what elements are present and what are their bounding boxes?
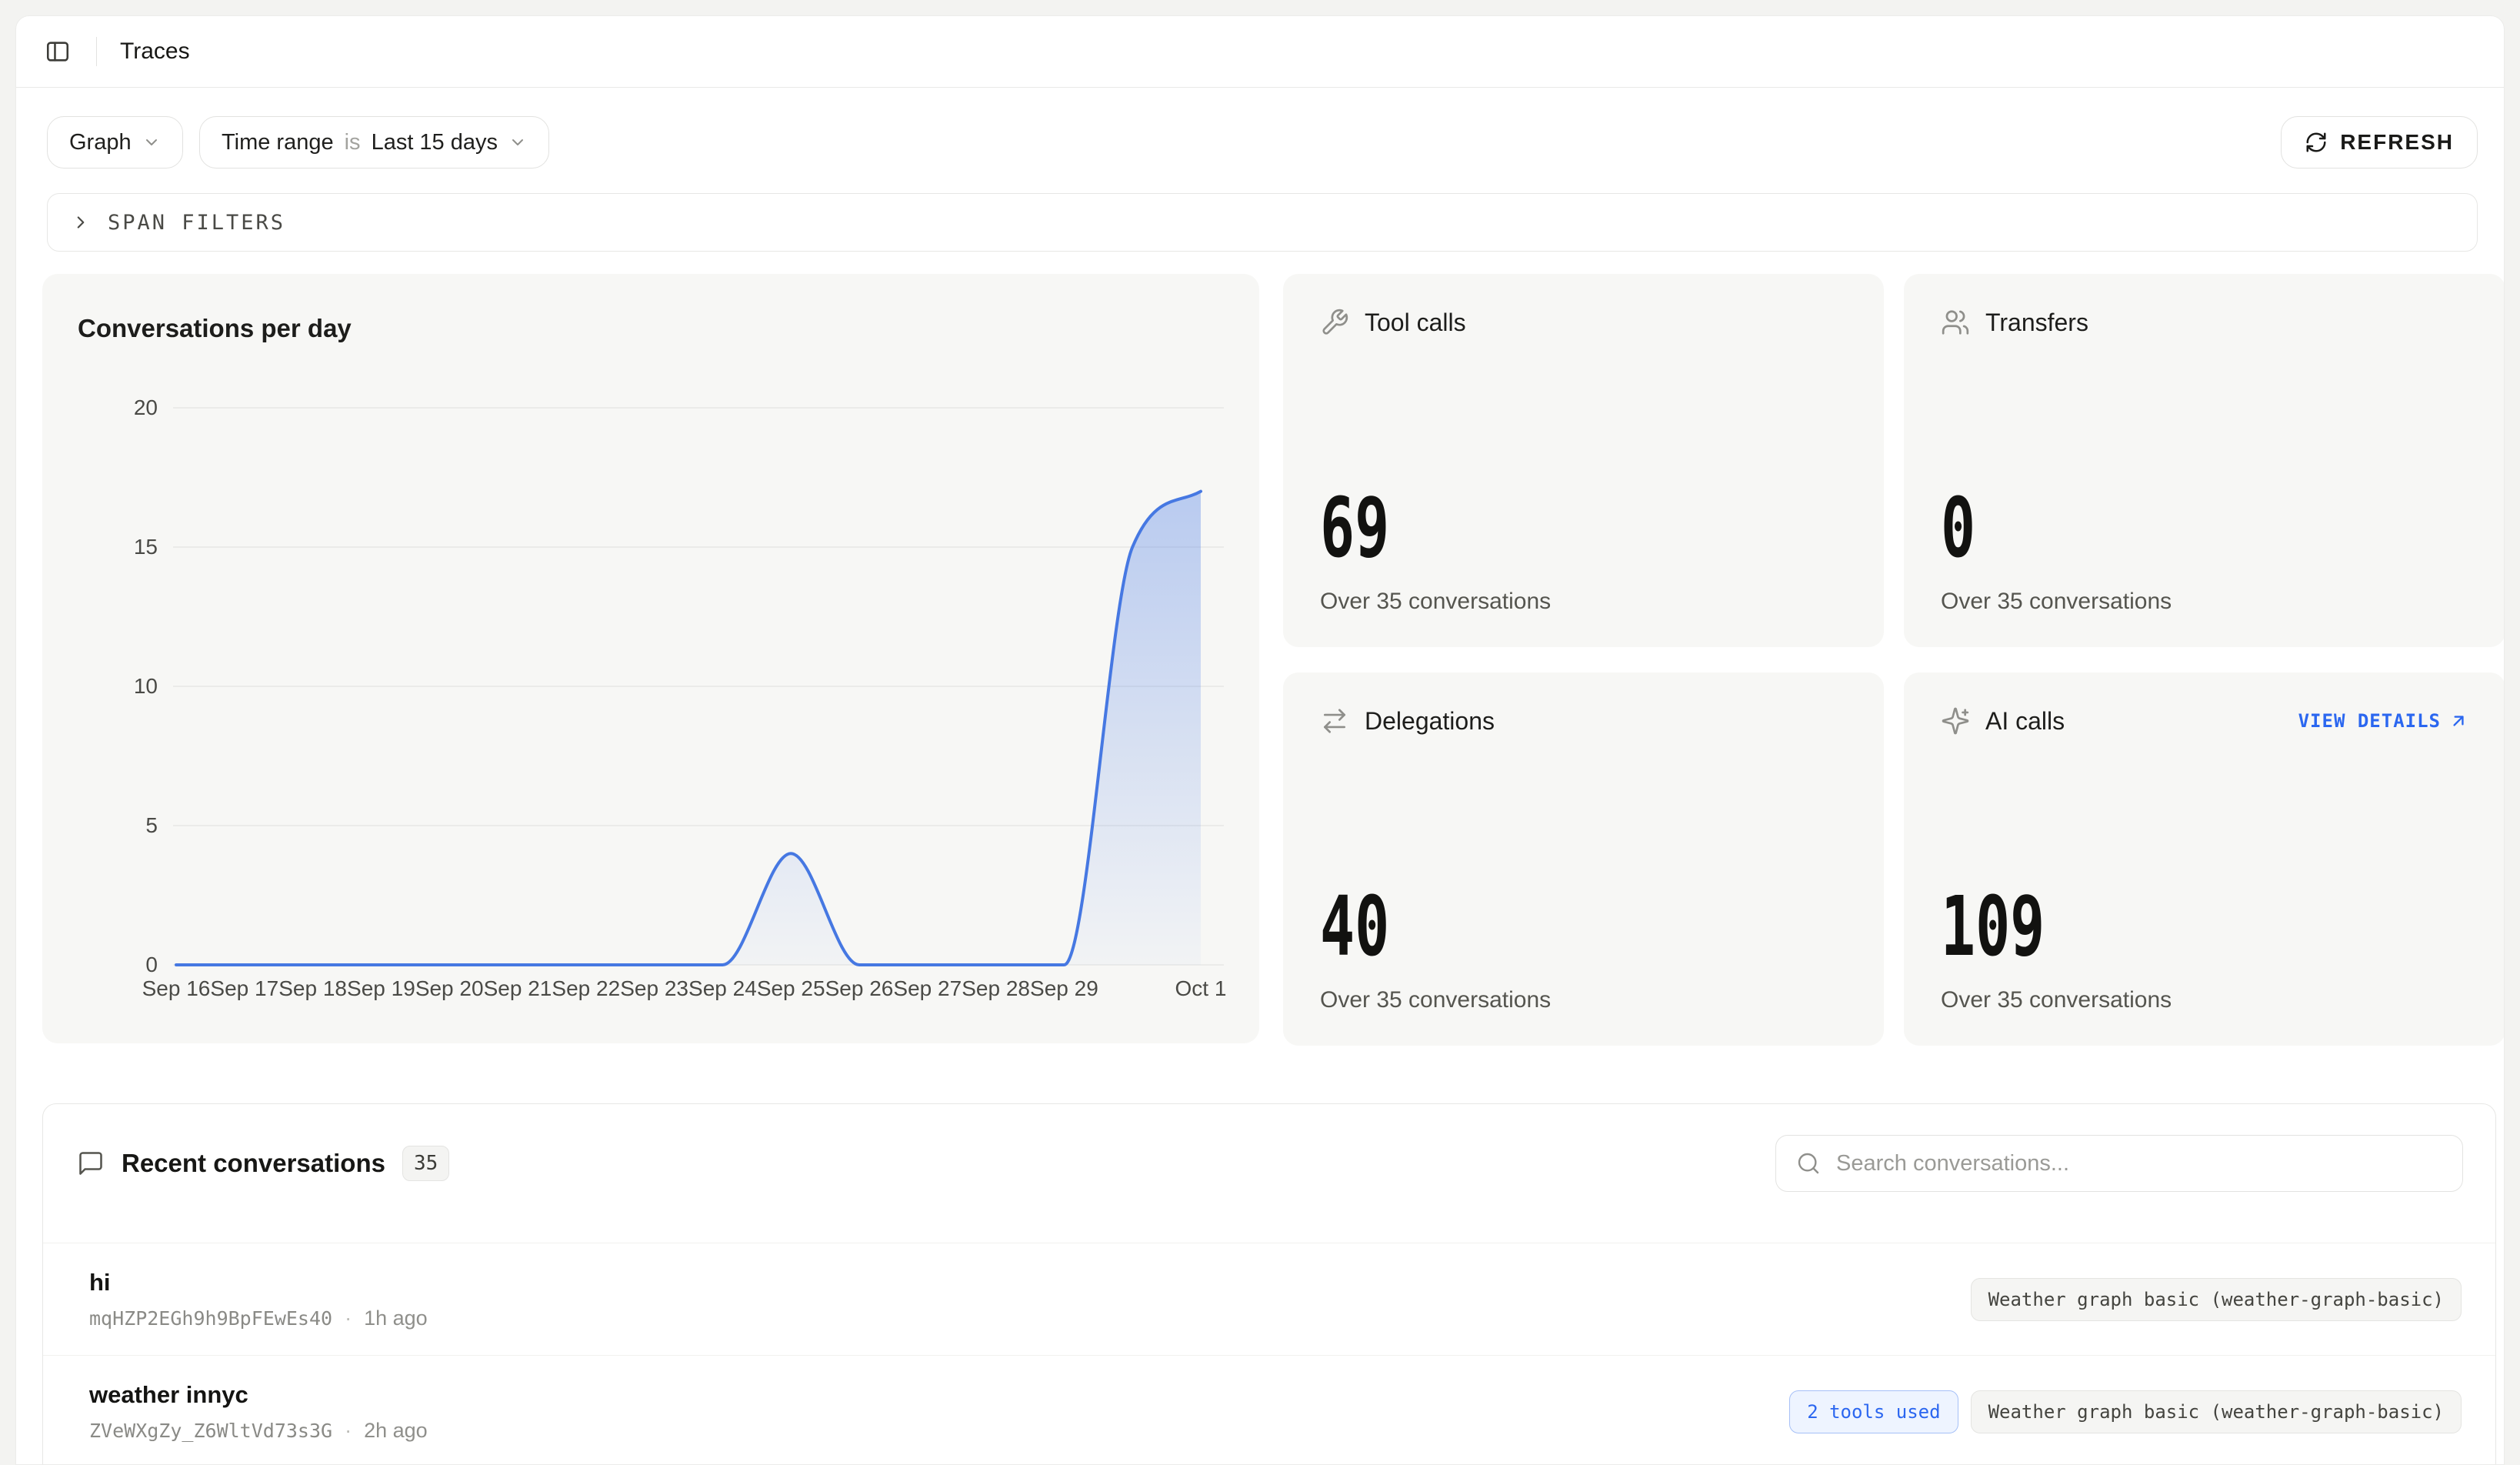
refresh-label: REFRESH [2340, 130, 2454, 155]
time-range-filter-dropdown[interactable]: Time range is Last 15 days [199, 116, 549, 169]
conversation-time: 2h ago [364, 1419, 428, 1443]
chat-bubble-icon [77, 1150, 105, 1177]
stat-card-title: AI calls [1985, 707, 2065, 736]
stat-card-subtitle: Over 35 conversations [1320, 987, 1847, 1013]
agent-tag: Weather graph basic (weather-graph-basic… [1971, 1278, 2462, 1321]
stat-card-value: 109 [1941, 886, 2310, 969]
conversation-count-badge: 35 [402, 1146, 449, 1181]
stat-card-tool-calls: Tool calls 69 Over 35 conversations [1283, 274, 1884, 647]
swap-arrows-icon [1320, 706, 1349, 736]
recent-conversations-card: Recent conversations 35 hi mqHZP2EGh9h9B… [42, 1103, 2496, 1465]
main-content-card: Traces Graph Time range is Last 15 days … [15, 15, 2505, 1465]
stat-card-transfers: Transfers 0 Over 35 conversations [1904, 274, 2505, 647]
stat-card-ai-calls: AI calls VIEW DETAILS 109 Over 35 conver… [1904, 672, 2505, 1046]
view-details-link[interactable]: VIEW DETAILS [2298, 710, 2468, 732]
sparkles-icon [1941, 706, 1970, 736]
arrow-up-right-icon [2448, 711, 2468, 731]
conversation-list: hi mqHZP2EGh9h9BpFEwEs40 · 1h ago Weathe… [43, 1243, 2495, 1465]
stat-card-subtitle: Over 35 conversations [1320, 589, 1847, 615]
conversation-time: 1h ago [364, 1306, 428, 1330]
stat-card-title: Delegations [1365, 707, 1495, 736]
time-range-value: Last 15 days [372, 130, 498, 155]
recent-conversations-title: Recent conversations [122, 1149, 385, 1178]
stat-card-subtitle: Over 35 conversations [1941, 589, 2468, 615]
stat-card-value: 40 [1320, 886, 1689, 969]
topbar-divider [96, 37, 97, 66]
view-details-label: VIEW DETAILS [2298, 710, 2441, 732]
panel-left-icon [45, 38, 71, 65]
meta-separator: · [345, 1419, 352, 1443]
series-line [176, 492, 1201, 965]
conversations-per-day-chart: 05101520Sep 16Sep 17Sep 18Sep 19Sep 20Se… [42, 274, 1259, 1043]
span-filters-label: SPAN FILTERS [108, 211, 285, 235]
stat-card-title: Transfers [1985, 309, 2088, 337]
chevron-down-icon [508, 133, 527, 152]
chevron-down-icon [142, 133, 161, 152]
meta-separator: · [345, 1306, 352, 1330]
view-selector-dropdown[interactable]: Graph [47, 116, 183, 169]
chevron-right-icon [71, 212, 91, 232]
users-icon [1941, 308, 1970, 337]
recent-conversations-header: Recent conversations 35 [77, 1135, 449, 1192]
search-icon [1796, 1151, 1821, 1176]
chart-canvas [42, 274, 1259, 1043]
wrench-icon [1320, 308, 1349, 337]
area-fill [176, 492, 1201, 965]
search-conversations-input[interactable] [1835, 1150, 2442, 1177]
stat-card-title: Tool calls [1365, 309, 1466, 337]
refresh-icon [2305, 131, 2328, 154]
sidebar-toggle-button[interactable] [33, 27, 82, 76]
conversation-id: mqHZP2EGh9h9BpFEwEs40 [89, 1307, 332, 1330]
conversation-title: weather innyc [89, 1381, 428, 1409]
conversations-chart-card: Conversations per day 05101520Sep 16Sep … [42, 274, 1259, 1043]
tools-used-tag: 2 tools used [1789, 1390, 1958, 1433]
agent-tag: Weather graph basic (weather-graph-basic… [1971, 1390, 2462, 1433]
span-filters-toggle[interactable]: SPAN FILTERS [47, 193, 2478, 252]
conversation-title: hi [89, 1269, 428, 1296]
conversation-row[interactable]: hi mqHZP2EGh9h9BpFEwEs40 · 1h ago Weathe… [43, 1243, 2495, 1355]
top-bar: Traces [16, 16, 2504, 88]
stat-card-delegations: Delegations 40 Over 35 conversations [1283, 672, 1884, 1046]
time-range-field: Time range [222, 130, 334, 155]
stat-card-subtitle: Over 35 conversations [1941, 987, 2468, 1013]
time-range-operator: is [345, 130, 361, 155]
search-conversations-box [1775, 1135, 2463, 1192]
refresh-button[interactable]: REFRESH [2281, 116, 2478, 169]
conversation-id: ZVeWXgZy_Z6WltVd73s3G [89, 1420, 332, 1442]
page-title: Traces [120, 38, 190, 65]
conversation-row[interactable]: weather innyc ZVeWXgZy_Z6WltVd73s3G · 2h… [43, 1355, 2495, 1465]
stat-card-value: 69 [1320, 488, 1689, 570]
stat-card-value: 0 [1941, 488, 2310, 570]
view-selector-label: Graph [69, 130, 132, 155]
